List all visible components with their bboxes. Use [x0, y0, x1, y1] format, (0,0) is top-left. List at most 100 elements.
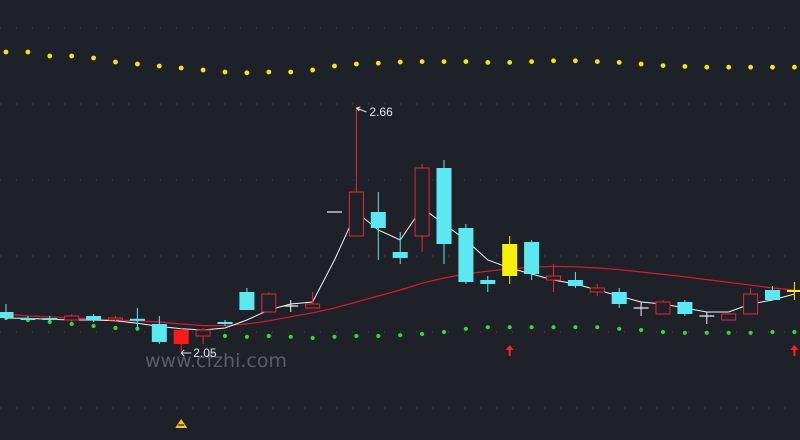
candle-body: [743, 293, 759, 315]
upper-band-dot: [397, 59, 403, 65]
lower-band-dot: [617, 326, 622, 331]
buy-arrow-icon: [790, 345, 799, 356]
lower-band-dot: [91, 323, 96, 329]
upper-band-dot: [507, 60, 513, 65]
candle: [64, 314, 80, 322]
lower-band-dot: [310, 335, 315, 341]
candle-body: [589, 287, 605, 293]
lower-band-dot: [770, 329, 775, 335]
candle: [524, 240, 540, 280]
lower-band-dot: [507, 325, 512, 330]
candle-body: [611, 292, 627, 304]
candle-body: [480, 280, 496, 284]
low-label: 2.05: [193, 346, 217, 360]
candle-body: [151, 324, 167, 342]
bands: [3, 49, 797, 341]
candle-body: [217, 322, 233, 324]
upper-band-dot: [682, 64, 688, 69]
upper-band-dot: [529, 59, 534, 64]
candle-body: [305, 303, 321, 309]
upper-band-dot: [463, 59, 469, 64]
candle-body: [0, 312, 14, 318]
candles: [0, 108, 800, 352]
candle: [436, 160, 452, 264]
candle-body: [348, 191, 364, 237]
lower-band-dot: [420, 331, 425, 337]
candle: [655, 300, 671, 315]
candle: [151, 316, 167, 344]
upper-band-dot: [135, 61, 140, 67]
candle-body: [567, 280, 583, 286]
upper-band-dot: [310, 67, 315, 73]
candle-body: [414, 167, 430, 237]
upper-band-dot: [441, 59, 447, 64]
candle-body: [173, 330, 189, 344]
buy-arrow-icon: [505, 345, 514, 356]
upper-band-dot: [178, 65, 184, 71]
high-pointer: [356, 106, 367, 113]
lower-band-dot: [398, 333, 403, 338]
chart-canvas: www.cfzhi.com 2.662.05: [0, 27, 800, 428]
signal-marker-icon: [175, 419, 188, 428]
upper-band-dot: [113, 59, 118, 65]
candle: [546, 264, 561, 292]
upper-band-dot: [375, 60, 381, 66]
candle: [261, 292, 277, 313]
candle-body: [20, 318, 36, 320]
moving-averages: [5, 207, 795, 331]
upper-band-dot: [616, 60, 622, 65]
lower-band-dot: [332, 334, 337, 339]
lower-band-dot: [288, 334, 293, 339]
candle: [677, 300, 693, 316]
candle-body: [655, 301, 671, 315]
upper-band-dot: [594, 59, 600, 64]
upper-band-dot: [266, 69, 272, 75]
candle-body: [129, 318, 145, 321]
candle: [589, 284, 605, 296]
ma-white-line: [5, 207, 795, 331]
lower-band-dot: [660, 329, 666, 335]
lower-band-dot: [463, 326, 468, 331]
lower-band-dot: [441, 329, 447, 335]
upper-band-dot: [573, 58, 578, 64]
upper-band-dot: [419, 59, 425, 64]
candle-body: [64, 315, 80, 321]
lower-band-dot: [704, 330, 709, 335]
candle-body: [239, 292, 255, 310]
upper-band-dot: [660, 63, 666, 68]
candle: [239, 288, 255, 310]
lower-band-dot: [376, 333, 381, 339]
upper-band-dot: [25, 49, 31, 55]
candle-body: [42, 318, 58, 320]
upper-band-dot: [47, 53, 53, 59]
upper-band-dot: [244, 70, 250, 76]
upper-band-dot: [332, 63, 337, 69]
candle-body: [502, 244, 518, 276]
upper-band-dot: [792, 64, 797, 70]
lower-band-dot: [792, 329, 797, 335]
lower-band-dot: [266, 333, 271, 339]
candle: [611, 288, 627, 308]
upper-band-dot: [748, 64, 753, 70]
upper-band-dot: [704, 64, 710, 70]
lower-band-dot: [485, 325, 490, 330]
upper-band-dot: [770, 64, 775, 70]
candle-body: [261, 293, 277, 313]
candle: [480, 276, 496, 292]
candle-body: [786, 290, 800, 292]
candle-body: [195, 329, 211, 337]
lower-band-dot: [69, 321, 74, 327]
upper-band-dot: [200, 67, 206, 73]
high-label: 2.66: [369, 105, 393, 119]
lower-band-dot: [748, 330, 753, 335]
candle-body: [458, 228, 474, 282]
candle: [458, 224, 474, 284]
candle: [195, 328, 211, 344]
upper-band-dot: [354, 61, 359, 67]
candle: [86, 314, 102, 322]
lower-band-dot: [682, 330, 688, 335]
candle: [721, 312, 737, 321]
candle-body: [392, 252, 408, 258]
candle: [567, 272, 583, 288]
candle-body: [524, 242, 540, 274]
